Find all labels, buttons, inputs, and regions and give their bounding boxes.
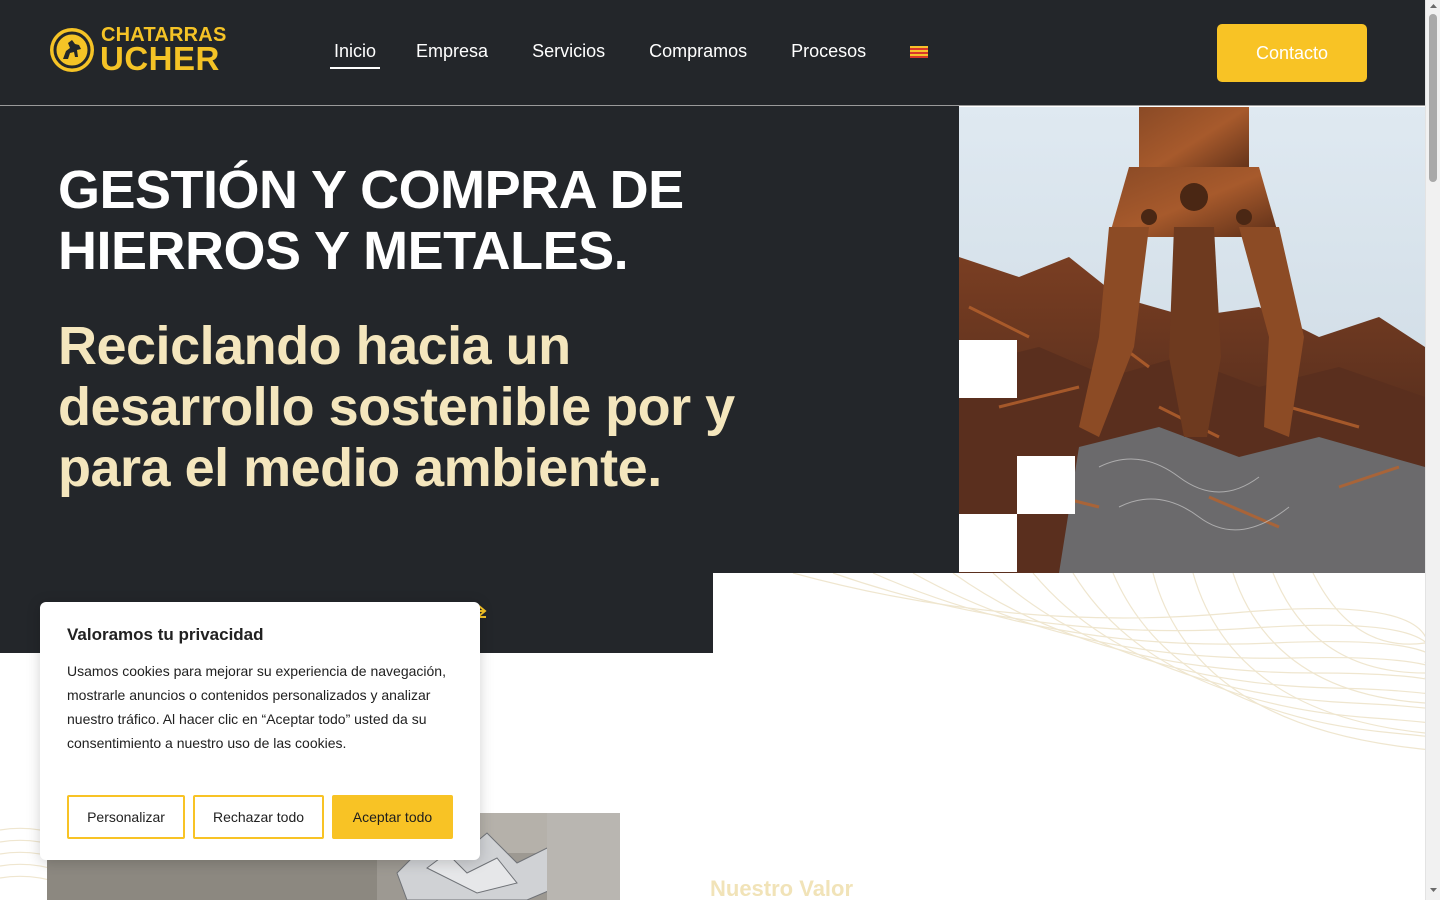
cookie-title: Valoramos tu privacidad (67, 625, 264, 644)
customize-cookies-button[interactable]: Personalizar (67, 795, 185, 839)
reject-cookies-button[interactable]: Rechazar todo (193, 795, 324, 839)
contact-button[interactable]: Contacto (1217, 24, 1367, 82)
brand-name-bottom: UCHER (100, 40, 220, 77)
nav-item-procesos[interactable]: Procesos (791, 38, 866, 64)
section-heading: Nuestro Valor (710, 876, 854, 900)
scroll-down-arrow-icon[interactable] (1429, 885, 1438, 894)
cookie-description: Usamos cookies para mejorar su experienc… (67, 663, 446, 751)
accept-cookies-button[interactable]: Aceptar todo (332, 795, 453, 839)
decor-square (959, 514, 1017, 572)
nav-item-empresa[interactable]: Empresa (416, 38, 488, 64)
wave-pattern (713, 573, 1425, 803)
scrap-grapple-image (959, 107, 1425, 573)
nav-item-inicio[interactable]: Inicio (330, 38, 381, 69)
page-scrollbar[interactable] (1425, 0, 1440, 900)
hero-subtitle: Reciclando hacia un desarrollo sostenibl… (58, 316, 735, 498)
scrollbar-thumb[interactable] (1429, 14, 1437, 182)
catalan-flag-icon[interactable] (910, 46, 929, 58)
cookie-consent-banner: Valoramos tu privacidad Usamos cookies p… (40, 602, 480, 860)
nav-item-compramos[interactable]: Compramos (649, 38, 747, 64)
scroll-up-arrow-icon[interactable] (1429, 2, 1438, 11)
brand-logo[interactable]: CHATARRAS UCHER (48, 25, 226, 77)
decor-square (1017, 456, 1075, 514)
main-nav: Inicio Empresa Servicios Compramos Proce… (322, 38, 929, 69)
decor-square (959, 340, 1017, 398)
site-header: CHATARRAS UCHER Inicio Empresa Servicios… (0, 0, 1425, 106)
horse-rider-logo-icon (50, 28, 94, 72)
nav-item-servicios[interactable]: Servicios (532, 38, 605, 64)
hero-title: GESTIÓN Y COMPRA DE HIERROS Y METALES. (58, 160, 684, 281)
